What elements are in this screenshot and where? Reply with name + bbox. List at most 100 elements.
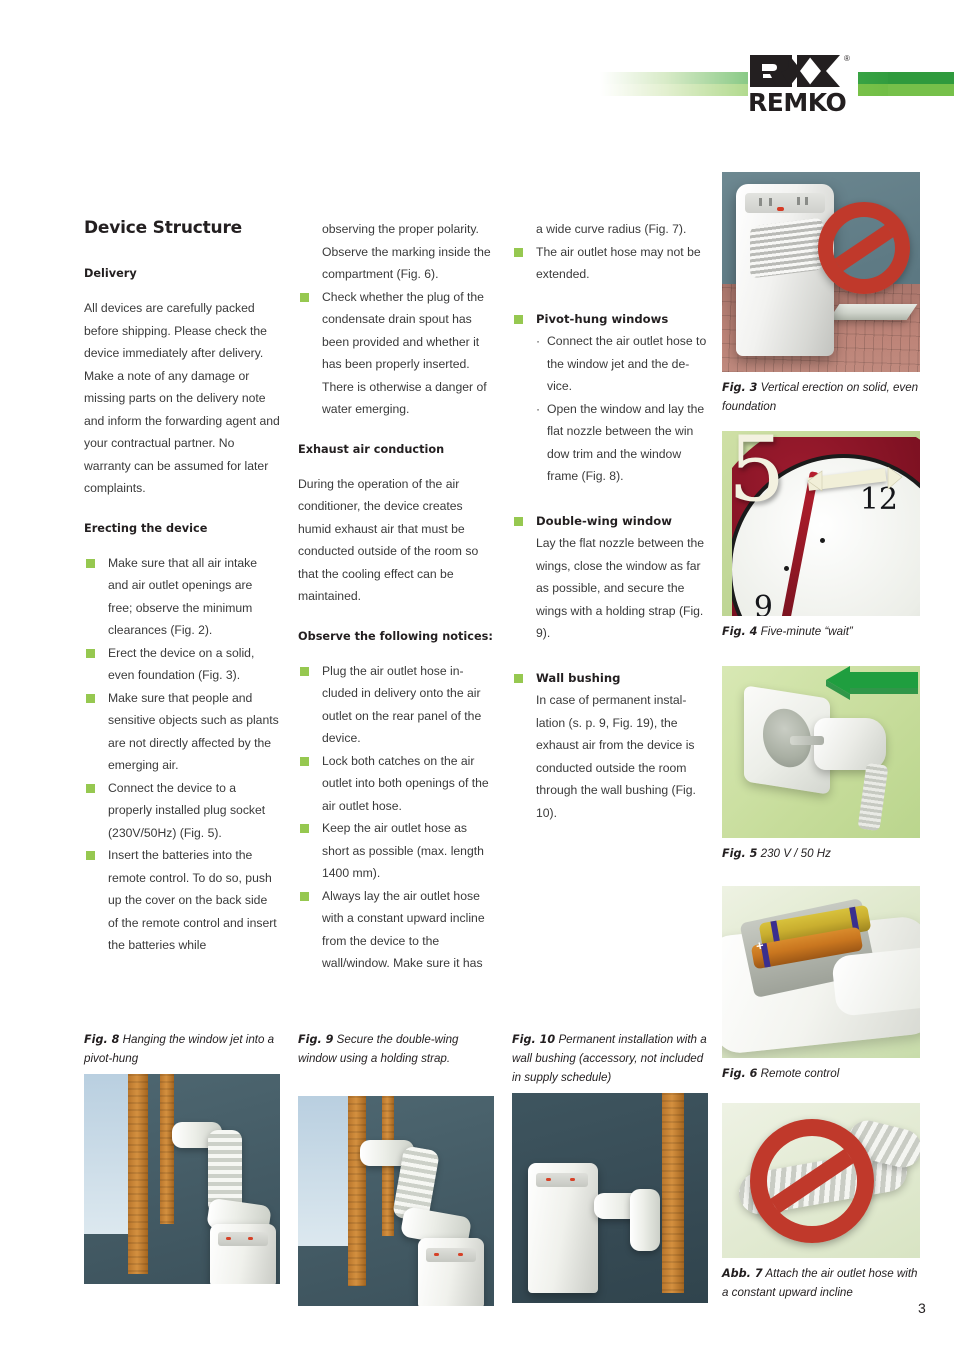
list-item-text: The air outlet hose may not be extended. [536,244,701,282]
figure-6-caption: Fig. 6 Remote control [722,1064,922,1083]
battery-cover [831,947,920,1017]
text-column-3: a wide curve radius (Fig. 7). The air ou… [512,218,708,824]
bullet-square-icon [514,673,523,683]
status-led-icon [248,1237,253,1240]
figure-9-caption: Fig. 9 Secure the double-wing window usi… [298,1030,494,1068]
list-item-wall-bushing: Wall bushing In case of permanent instal… [512,667,708,825]
figure-3-caption: Fig. 3 Vertical erection on solid, even … [722,378,922,416]
status-led-icon [458,1253,463,1256]
heading-delivery: Delivery [84,267,137,280]
band-light-solid [888,84,954,96]
control-panel [218,1232,268,1246]
figure-3: Fig. 3 Vertical erection on solid, even … [722,172,922,416]
bullet-dot-icon: · [536,401,541,416]
heading-exhaust-air-conduction: Exhaust air conduction [298,442,445,456]
list-column3-top: a wide curve radius (Fig. 7). The air ou… [512,218,708,286]
list-item-text: Lock both catches on the air outlet into… [322,753,489,813]
power-cord [857,762,889,832]
text-column-2: observing the proper polarity. Observe t… [298,218,494,975]
panel-tick-icon [758,197,762,206]
air-conditioner-unit [736,184,834,356]
figure-6: + + Fig. 6 Remote control [722,886,922,1083]
bullet-dot-icon: · [536,334,541,348]
subheading-double-wing-window: Double-wing window [536,513,672,528]
sublist-item: · Open the window and lay the flat nozzle… [536,398,708,488]
status-led-icon [546,1178,551,1181]
panel-tick-icon [804,196,808,205]
bullet-square-icon [300,824,309,833]
remko-logo: ® REMKO [748,52,858,122]
list-item-text: Keep the air outlet hose as short as pos… [322,821,484,880]
figure-5-label: Fig. 5 [722,847,758,860]
control-panel [744,192,826,214]
figure-6-image: + + [722,886,920,1058]
panel-tick-icon [796,196,800,205]
figure-8-image [84,1074,280,1284]
list-item: Keep the air outlet hose as short as pos… [298,817,494,885]
bullet-square-icon [86,558,95,568]
figure-3-image [722,172,920,372]
registered-trademark-icon: ® [844,54,850,63]
paragraph-wall-bushing: In case of permanent instal-lation (s. p… [536,693,696,820]
clock-numeral-9: 9 [753,589,773,616]
list-item-text: Make sure that people and sensitive obje… [108,690,279,773]
window-frame-left [348,1096,366,1286]
list-item-pivot-hung: Pivot-hung windows · Connect the air outl… [512,308,708,488]
figure-4-caption-text: Five-minute “wait” [760,625,853,638]
list-item: Insert the batteries into the remote con… [84,844,280,957]
figure-7-label: Abb. 7 [722,1267,763,1280]
document-page: ® REMKO Device Structure Delivery All de… [0,0,954,1350]
figure-4: 12 9 5 Fig. 4 Five-minute “wait” [722,431,922,641]
paragraph-double-wing: Lay the flat nozzle between the wings, c… [536,536,705,640]
sublist-item: · Connect the air outlet hose to the wind… [536,330,708,398]
status-led-icon [776,206,784,211]
figure-8-caption: Fig. 8 Hanging the window jet into a piv… [84,1030,280,1068]
bullet-square-icon [300,666,309,676]
list-item-text: Erect the device on a solid, even founda… [108,645,255,683]
clock-dot [783,565,789,571]
stone-slab [828,304,918,320]
air-conditioner-unit [210,1224,276,1284]
bullet-square-icon [300,292,309,302]
list-item-continuation: a wide curve radius (Fig. 7). [512,218,708,241]
list-pivot-hung: Pivot-hung windows · Connect the air outl… [512,308,708,488]
heading-observe-notices: Observe the following notices: [298,629,493,643]
list-item-text: observing the proper polarity. Observe t… [322,222,491,281]
figure-5-caption-text: 230 V / 50 Hz [760,847,831,860]
control-panel [536,1173,588,1187]
subheading-wall-bushing: Wall bushing [536,670,621,685]
page-number: 3 [918,1300,926,1316]
figure-7: Abb. 7 Attach the air outlet hose with a… [722,1103,922,1302]
bullet-square-icon [514,516,523,526]
sublist-item-text: Connect the air outlet hose to the windo… [547,334,707,393]
figure-10: Fig. 10 Permanent installation with a wa… [512,1030,712,1303]
double-arrow-icon [807,467,903,492]
list-item-text: Make sure that all air intake and air ou… [108,555,258,638]
sublist-item-text: Open the window and lay the flat nozzle … [547,401,705,484]
list-item: Connect the device to a properly install… [84,777,280,845]
bullet-square-icon [300,756,309,766]
bullet-square-icon [86,648,95,658]
sublist-pivot-items: · Connect the air outlet hose to the wind… [536,330,708,488]
figure-4-image: 12 9 5 [722,431,920,616]
plug-pin [790,736,824,745]
figure-4-label: Fig. 4 [722,625,758,638]
list-item-text: Insert the batteries into the remote con… [108,848,277,952]
list-item-text: Connect the device to a properly install… [108,780,266,840]
remko-logo-mark [750,55,840,87]
figure-7-caption: Abb. 7 Attach the air outlet hose with a… [722,1264,922,1302]
list-notice-bullets: Plug the air outlet hose in-cluded in de… [298,660,494,975]
list-item-continuation: observing the proper polarity. Observe t… [298,218,494,286]
figure-3-label: Fig. 3 [722,381,758,394]
prohibition-sign-icon [750,1119,874,1243]
list-item: Plug the air outlet hose in-cluded in de… [298,660,494,750]
figure-9-image [298,1096,494,1306]
five-minute-number: 5 [728,431,786,522]
window-frame-right [160,1074,174,1224]
list-item-text: Plug the air outlet hose in-cluded in de… [322,663,482,746]
paragraph-delivery: All devices are carefully packed before … [84,301,280,495]
list-item: Erect the device on a solid, even founda… [84,642,280,687]
bullet-square-icon [86,851,95,860]
status-led-icon [434,1253,439,1256]
